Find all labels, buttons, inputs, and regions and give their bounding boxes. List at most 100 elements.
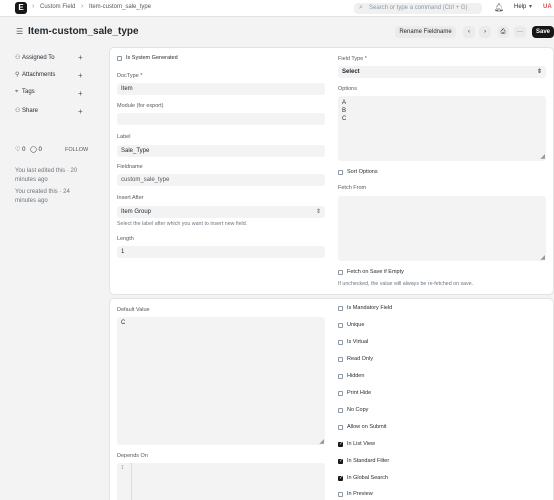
in-list-view-label: In List View (347, 441, 376, 447)
option-line: A (342, 100, 347, 106)
allow-on-submit-checkbox[interactable] (338, 425, 343, 430)
in-preview-checkbox[interactable] (338, 492, 343, 497)
length-field[interactable]: 1 (117, 246, 325, 258)
module-field[interactable] (117, 113, 325, 125)
default-value-textarea[interactable]: C ◢ (117, 317, 325, 445)
fetch-from-label: Fetch From (338, 185, 367, 191)
chevron-down-icon: ▾ (529, 4, 533, 10)
no-copy-label: No Copy (347, 407, 369, 413)
prev-icon[interactable]: ‹ (463, 26, 475, 38)
print-hide-checkbox[interactable] (338, 391, 343, 396)
comment-icon[interactable]: ◯ (30, 147, 37, 153)
default-value-text: C (121, 320, 126, 326)
sidebar-item-label: Attachments (22, 72, 56, 78)
field-type-value: Select (342, 69, 360, 75)
sidebar-item-share[interactable]: ⚇ Share (15, 107, 38, 114)
label-field[interactable]: Sale_Type (117, 145, 325, 157)
default-value-label: Default Value (117, 307, 150, 313)
fetch-from-textarea[interactable]: ◢ (338, 196, 546, 261)
sort-options-checkbox[interactable] (338, 170, 343, 175)
depends-on-code-editor[interactable]: 1 (117, 463, 325, 500)
save-button[interactable]: Save (532, 26, 554, 38)
help-menu[interactable]: Help (514, 4, 526, 10)
is-virtual-label: Is Virtual (347, 339, 369, 345)
no-copy-checkbox[interactable] (338, 408, 343, 413)
rename-fieldname-button[interactable]: Rename Fieldname (395, 26, 456, 38)
in-global-search-label: In Global Search (347, 475, 388, 481)
option-line: C (342, 116, 347, 122)
insert-after-label: Insert After (117, 195, 144, 201)
resize-handle-icon[interactable]: ◢ (319, 438, 324, 445)
in-list-view-checkbox[interactable] (338, 441, 343, 447)
hidden-checkbox[interactable] (338, 374, 343, 379)
chevron-right-icon: › (32, 3, 35, 10)
fetch-on-save-description: If unchecked, the value will always be r… (338, 281, 474, 287)
sidebar-item-label: Tags (22, 89, 35, 95)
gutter-divider (131, 463, 132, 500)
depends-on-label: Depends On (117, 453, 148, 459)
in-global-search-checkbox[interactable] (338, 475, 343, 481)
breadcrumb-current[interactable]: Item-custom_sale_type (89, 4, 151, 10)
resize-handle-icon[interactable]: ◢ (540, 153, 545, 161)
sidebar-item-tags[interactable]: ⌖ Tags (15, 89, 35, 96)
sidebar-item-assigned-to[interactable]: ⚇ Assigned To (15, 54, 55, 61)
resize-handle-icon[interactable]: ◢ (540, 254, 545, 261)
user-icon: ⚇ (15, 55, 21, 61)
options-label: Options (338, 86, 357, 92)
sidebar-item-label: Assigned To (22, 55, 55, 61)
breadcrumb-custom-field[interactable]: Custom Field (40, 4, 75, 10)
field-type-select[interactable]: Select ⇕ (338, 66, 546, 78)
comment-count: 0 (38, 147, 42, 153)
read-only-checkbox[interactable] (338, 357, 343, 362)
more-icon[interactable]: ··· (514, 26, 526, 38)
allow-on-submit-label: Allow on Submit (347, 424, 387, 430)
insert-after-select[interactable]: Item Group ⇕ (117, 206, 325, 218)
paperclip-icon: ⚲ (15, 72, 20, 78)
bell-icon[interactable]: 🔔︎ (494, 3, 504, 12)
search-placeholder: Search or type a command (Ctrl + G) (369, 5, 468, 11)
sidebar-toggle-icon[interactable]: ☰ (16, 27, 23, 36)
field-details-section: Is System Generated DocType * Item Modul… (109, 47, 554, 295)
field-type-label: Field Type * (338, 56, 367, 62)
follow-button[interactable]: FOLLOW (65, 147, 88, 153)
label-label: Label (117, 134, 131, 140)
heart-icon[interactable]: ♡ (15, 147, 20, 153)
next-icon[interactable]: › (479, 26, 491, 38)
fieldname-label: Fieldname (117, 164, 143, 170)
print-hide-label: Print Hide (347, 390, 372, 396)
in-standard-filter-label: In Standard Filter (347, 458, 390, 464)
like-comment-counts: ♡ 0 ◯ 0 (15, 146, 42, 153)
select-caret-icon: ⇕ (315, 209, 321, 215)
select-caret-icon: ⇕ (536, 69, 542, 75)
hidden-label: Hidden (347, 373, 365, 379)
navbar: E › Custom Field › Item-custom_sale_type… (0, 0, 554, 17)
add-attachment-icon[interactable]: + (78, 71, 83, 80)
add-share-icon[interactable]: + (78, 107, 83, 116)
like-count: 0 (22, 147, 26, 153)
unique-checkbox[interactable] (338, 323, 343, 328)
doctype-field[interactable]: Item (117, 83, 325, 95)
is-system-generated-checkbox[interactable] (117, 56, 122, 61)
fieldname-field[interactable]: custom_sale_type (117, 174, 325, 186)
fetch-on-save-checkbox[interactable] (338, 270, 343, 275)
is-mandatory-checkbox[interactable] (338, 306, 343, 311)
app-logo[interactable]: E (15, 2, 27, 14)
share-icon: ⚇ (15, 108, 21, 114)
in-standard-filter-checkbox[interactable] (338, 458, 343, 464)
length-label: Length (117, 236, 134, 242)
options-textarea[interactable]: A B C ◢ (338, 96, 546, 161)
page-title: Item-custom_sale_type (28, 26, 139, 37)
field-properties-section: Default Value C ◢ Depends On 1 Is Mandat… (109, 298, 554, 500)
print-icon[interactable]: ⎙ (497, 26, 509, 38)
fetch-on-save-label: Fetch on Save if Empty (347, 269, 404, 275)
search-icon: ⌕ (359, 4, 363, 11)
is-virtual-checkbox[interactable] (338, 340, 343, 345)
sidebar-item-attachments[interactable]: ⚲ Attachments (15, 71, 55, 78)
add-assignee-icon[interactable]: + (78, 53, 83, 62)
search-input[interactable]: ⌕ Search or type a command (Ctrl + G) (354, 3, 482, 14)
module-label: Module (for export) (117, 103, 164, 109)
read-only-label: Read Only (347, 356, 373, 362)
avatar[interactable]: UA (543, 4, 552, 10)
add-tag-icon[interactable]: + (78, 89, 83, 98)
sidebar-item-label: Share (22, 108, 39, 114)
